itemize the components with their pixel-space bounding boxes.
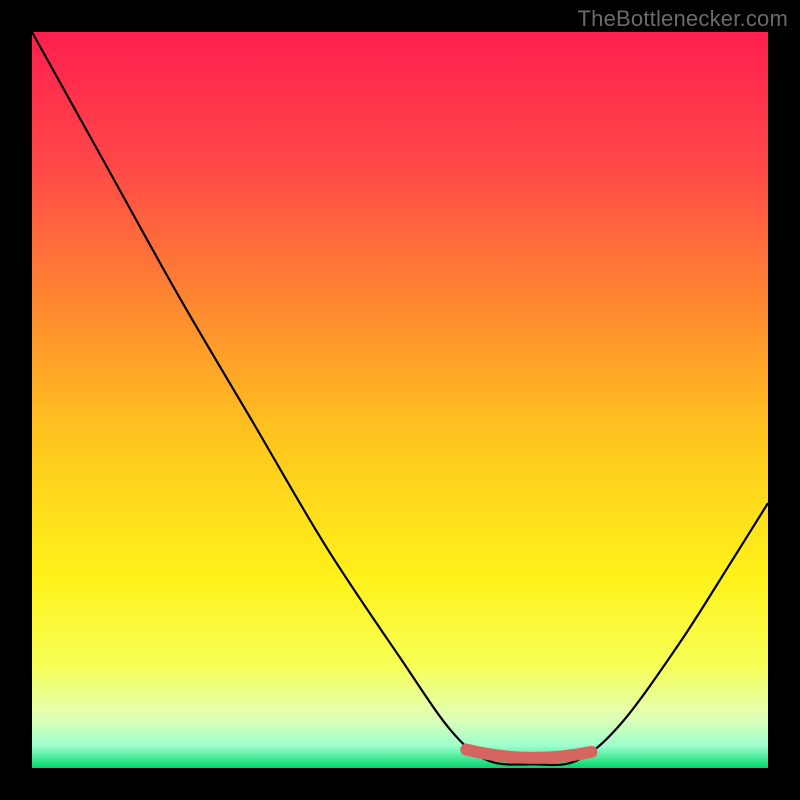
chart-plot-area: [32, 32, 768, 768]
chart-svg: [32, 32, 768, 768]
watermark-label: TheBottlenecker.com: [578, 6, 788, 32]
chart-frame: TheBottlenecker.com: [0, 0, 800, 800]
